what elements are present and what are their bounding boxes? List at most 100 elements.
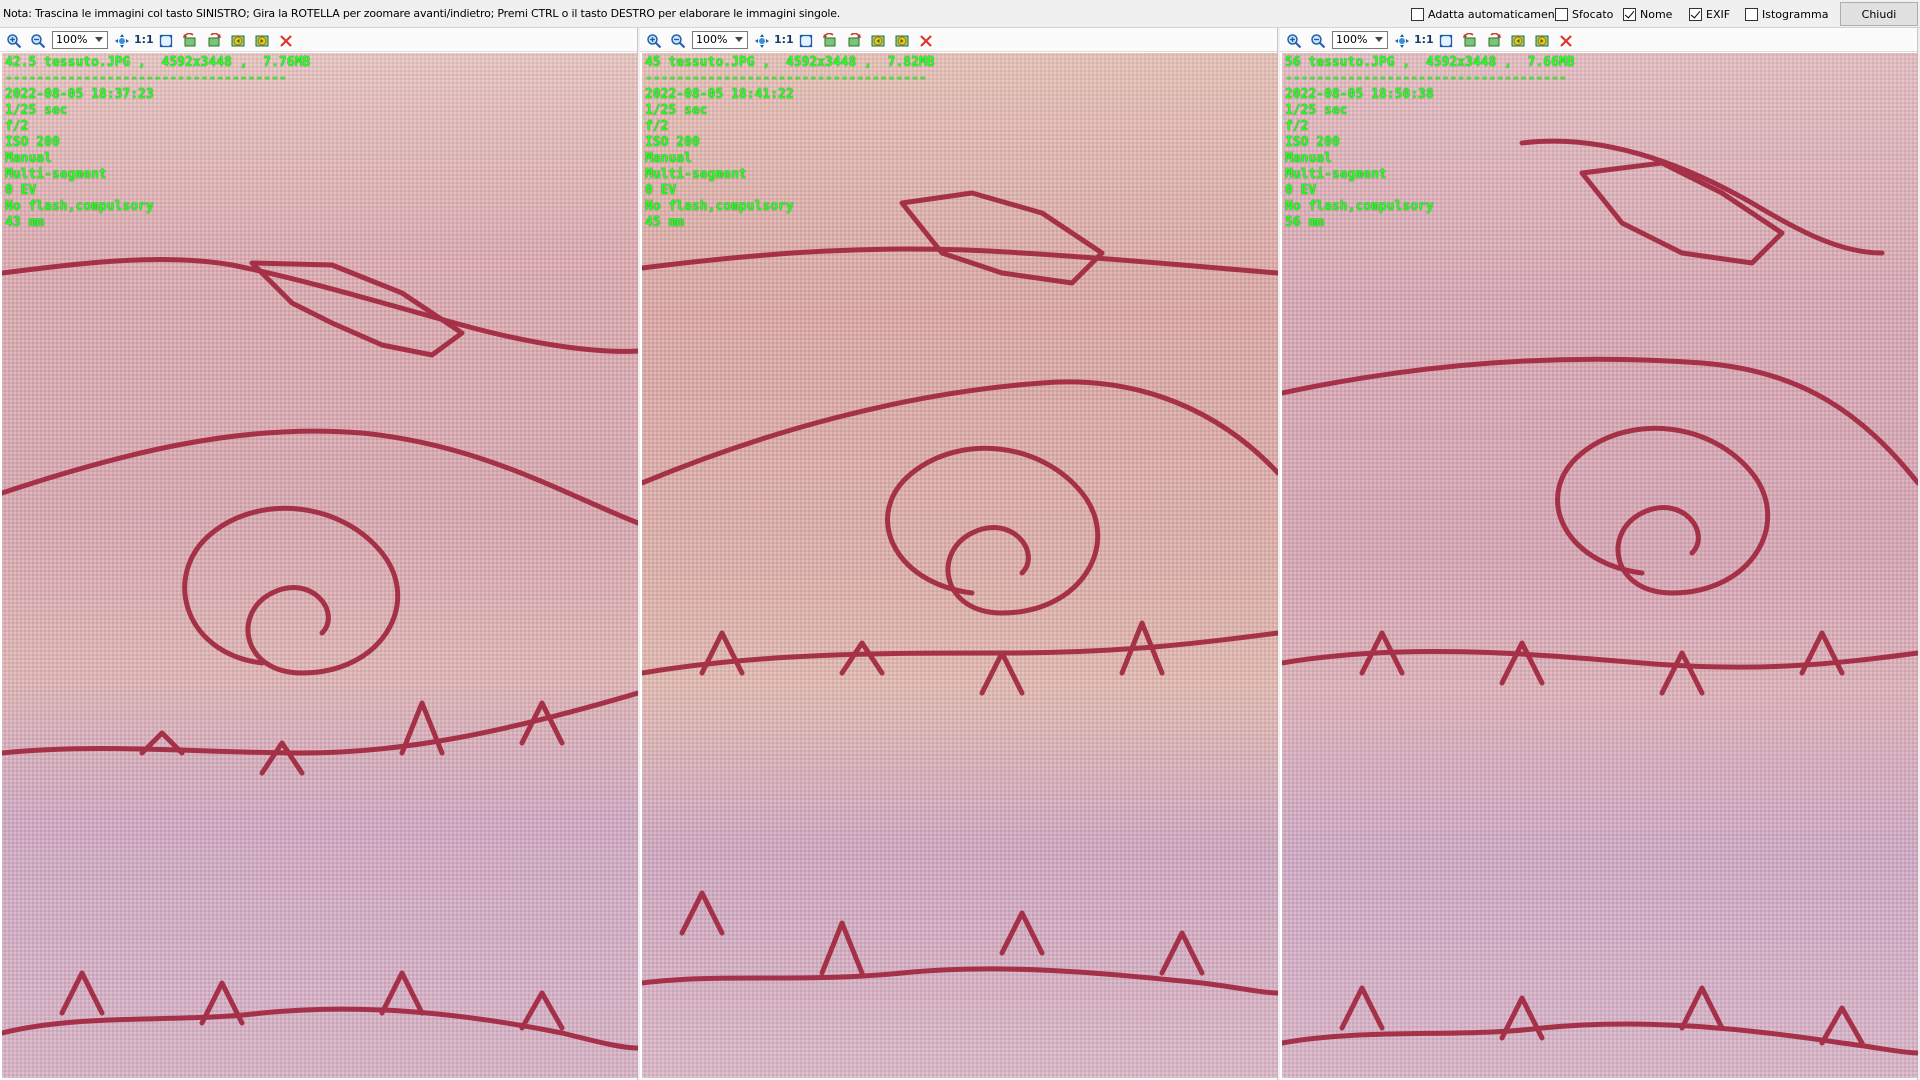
close-image-button[interactable] — [1558, 33, 1574, 49]
close-image-button[interactable] — [918, 33, 934, 49]
option-histogram[interactable]: Istogramma — [1745, 8, 1828, 21]
exif-aperture: f/2 — [645, 119, 669, 134]
image-panel-3: 100% 1:1 56 tessuto.JPG , 4592x3448 , 7.66… — [1280, 28, 1918, 1080]
exif-separator: ------------------------------------ — [645, 71, 927, 86]
name-checkbox[interactable] — [1623, 8, 1636, 21]
exif-filename: 45 tessuto.JPG , 4592x3448 , 7.82MB — [645, 55, 935, 70]
zoom-out-button[interactable] — [30, 33, 46, 49]
rotate-left-icon — [182, 33, 198, 49]
zoom-level-value: 100% — [1336, 33, 1368, 46]
histogram-checkbox[interactable] — [1745, 8, 1758, 21]
exif-overlay: 42.5 tessuto.JPG , 4592x3448 , 7.76MB ---… — [5, 55, 310, 231]
image-viewport[interactable]: 42.5 tessuto.JPG , 4592x3448 , 7.76MB ---… — [2, 53, 638, 1078]
exif-filename: 42.5 tessuto.JPG , 4592x3448 , 7.76MB — [5, 55, 311, 70]
chevron-down-icon — [735, 37, 743, 42]
next-image-button[interactable] — [254, 33, 270, 49]
actual-size-button[interactable]: 1:1 — [774, 33, 794, 46]
zoom-out-button[interactable] — [1310, 33, 1326, 49]
zoom-in-button[interactable] — [646, 33, 662, 49]
rotate-left-icon — [1462, 33, 1478, 49]
close-icon — [918, 33, 934, 49]
rotate-left-button[interactable] — [182, 33, 198, 49]
exif-datetime: 2022-08-05 18:50:38 — [1285, 87, 1434, 102]
rotate-left-icon — [822, 33, 838, 49]
rotate-right-button[interactable] — [846, 33, 862, 49]
exif-overlay: 45 tessuto.JPG , 4592x3448 , 7.82MB -----… — [645, 55, 935, 231]
close-icon — [278, 33, 294, 49]
exif-mode: Manual — [5, 151, 52, 166]
exif-ev: 0 EV — [5, 183, 37, 198]
fit-window-button[interactable] — [798, 33, 814, 49]
exif-ev: 0 EV — [1285, 183, 1317, 198]
fit-window-icon — [158, 33, 174, 49]
exif-checkbox[interactable] — [1689, 8, 1702, 21]
zoom-out-icon — [670, 33, 686, 49]
rotate-left-button[interactable] — [1462, 33, 1478, 49]
exif-datetime: 2022-08-05 18:37:23 — [5, 87, 154, 102]
panel-toolbar: 100% 1:1 — [640, 28, 1277, 52]
zoom-level-select[interactable]: 100% — [692, 31, 748, 49]
rotate-right-button[interactable] — [1486, 33, 1502, 49]
zoom-level-select[interactable]: 100% — [1332, 31, 1388, 49]
fit-icon — [114, 33, 130, 49]
close-button[interactable]: Chiudi — [1840, 2, 1918, 26]
previous-image-button[interactable] — [230, 33, 246, 49]
image-panel-2: 100% 1:1 45 tessuto.JPG , 4592x3448 , 7.82… — [640, 28, 1278, 1080]
fit-center-button[interactable] — [754, 33, 770, 49]
exif-filename: 56 tessuto.JPG , 4592x3448 , 7.66MB — [1285, 55, 1575, 70]
image-viewport[interactable]: 45 tessuto.JPG , 4592x3448 , 7.82MB -----… — [642, 53, 1278, 1078]
option-auto-fit[interactable]: Adatta automaticamente — [1411, 8, 1566, 21]
exif-metering: Multi-segment — [5, 167, 107, 182]
rotate-right-icon — [1486, 33, 1502, 49]
zoom-in-icon — [1286, 33, 1302, 49]
exif-focal: 43 mm — [5, 215, 45, 230]
fit-center-button[interactable] — [1394, 33, 1410, 49]
zoom-out-button[interactable] — [670, 33, 686, 49]
exif-shutter: 1/25 sec — [1285, 103, 1348, 118]
zoom-in-button[interactable] — [1286, 33, 1302, 49]
exif-separator: ------------------------------------ — [5, 71, 287, 86]
exif-focal: 56 mm — [1285, 215, 1325, 230]
auto-fit-checkbox[interactable] — [1411, 8, 1424, 21]
option-blur[interactable]: Sfocato — [1555, 8, 1613, 21]
exif-ev: 0 EV — [645, 183, 677, 198]
exif-overlay: 56 tessuto.JPG , 4592x3448 , 7.66MB -----… — [1285, 55, 1575, 231]
top-bar: Nota: Trascina le immagini col tasto SIN… — [0, 0, 1920, 28]
close-icon — [1558, 33, 1574, 49]
fit-center-button[interactable] — [114, 33, 130, 49]
rotate-right-button[interactable] — [206, 33, 222, 49]
fit-window-button[interactable] — [158, 33, 174, 49]
prev-icon — [1510, 33, 1526, 49]
option-name[interactable]: Nome — [1623, 8, 1672, 21]
zoom-level-value: 100% — [56, 33, 88, 46]
exif-metering: Multi-segment — [645, 167, 747, 182]
zoom-level-select[interactable]: 100% — [52, 31, 108, 49]
fit-window-button[interactable] — [1438, 33, 1454, 49]
actual-size-button[interactable]: 1:1 — [134, 33, 154, 46]
fit-icon — [1394, 33, 1410, 49]
previous-image-button[interactable] — [870, 33, 886, 49]
exif-iso: ISO 200 — [645, 135, 700, 150]
exif-aperture: f/2 — [5, 119, 29, 134]
fit-icon — [754, 33, 770, 49]
blur-checkbox[interactable] — [1555, 8, 1568, 21]
close-image-button[interactable] — [278, 33, 294, 49]
exif-iso: ISO 200 — [1285, 135, 1340, 150]
option-exif[interactable]: EXIF — [1689, 8, 1730, 21]
exif-separator: ------------------------------------ — [1285, 71, 1567, 86]
previous-image-button[interactable] — [1510, 33, 1526, 49]
exif-shutter: 1/25 sec — [5, 103, 68, 118]
next-image-button[interactable] — [1534, 33, 1550, 49]
rotate-left-button[interactable] — [822, 33, 838, 49]
zoom-in-button[interactable] — [6, 33, 22, 49]
zoom-out-icon — [30, 33, 46, 49]
actual-size-button[interactable]: 1:1 — [1414, 33, 1434, 46]
exif-iso: ISO 200 — [5, 135, 60, 150]
prev-icon — [870, 33, 886, 49]
instruction-note: Nota: Trascina le immagini col tasto SIN… — [3, 7, 841, 20]
image-viewport[interactable]: 56 tessuto.JPG , 4592x3448 , 7.66MB -----… — [1282, 53, 1918, 1078]
zoom-level-value: 100% — [696, 33, 728, 46]
blur-label: Sfocato — [1572, 8, 1614, 21]
next-image-button[interactable] — [894, 33, 910, 49]
next-icon — [894, 33, 910, 49]
